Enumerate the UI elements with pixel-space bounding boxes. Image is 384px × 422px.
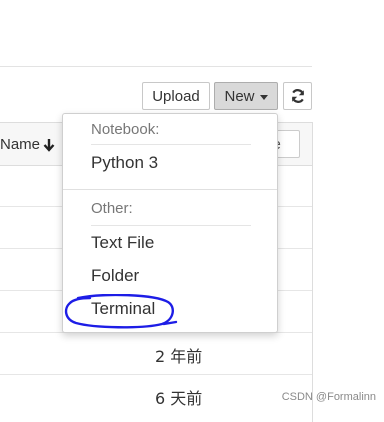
modified-time: 2 年前: [155, 347, 203, 366]
notebook-section-header: Notebook:: [91, 121, 160, 138]
new-label: New: [224, 87, 255, 105]
caret-down-icon: [259, 94, 268, 100]
section-rule: [91, 144, 251, 145]
upload-button[interactable]: Upload: [142, 82, 210, 110]
section-rule: [91, 225, 251, 226]
other-section-header: Other:: [91, 200, 133, 217]
refresh-icon: [291, 89, 304, 103]
name-column-label: Name: [0, 136, 41, 153]
menu-item-folder[interactable]: Folder: [91, 266, 139, 286]
menu-divider: [63, 189, 277, 190]
menu-item-text-file[interactable]: Text File: [91, 233, 154, 253]
arrow-down-icon: [43, 138, 55, 152]
sort-by-name-button[interactable]: Name: [0, 136, 55, 153]
row-divider: [0, 374, 312, 375]
new-button[interactable]: New: [214, 82, 278, 110]
watermark: CSDN @Formalinn: [281, 391, 376, 403]
header-divider: [0, 66, 312, 67]
upload-label: Upload: [152, 87, 200, 105]
hand-drawn-circle-annotation: [64, 294, 178, 329]
menu-item-python3[interactable]: Python 3: [91, 153, 158, 173]
refresh-button[interactable]: [283, 82, 312, 110]
modified-time: 6 天前: [155, 389, 203, 408]
